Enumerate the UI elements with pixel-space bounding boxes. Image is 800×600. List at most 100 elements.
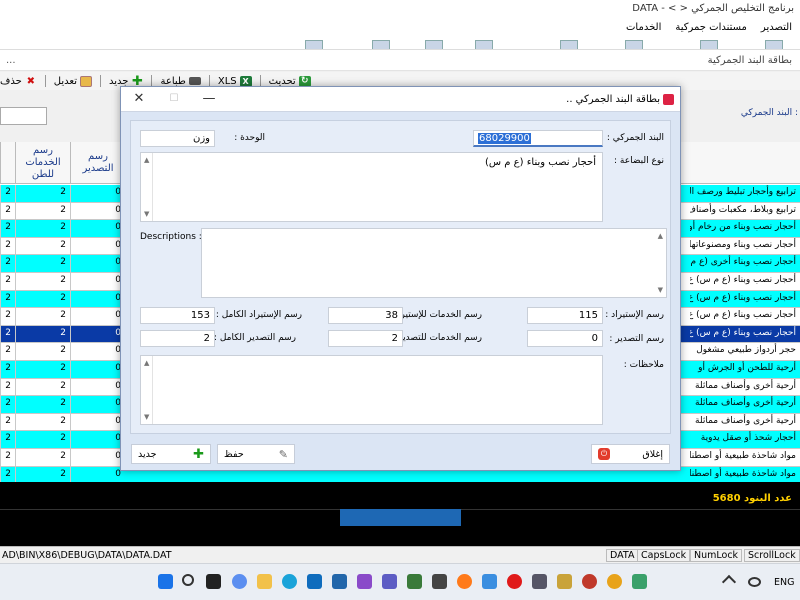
cell-col-a: 2 (0, 413, 15, 431)
close-button[interactable]: إغلاق ⏻ (591, 444, 670, 464)
unit-label: الوحدة : (234, 133, 265, 143)
cell-description: مواد شاحذة طبيعية أو اصطناعية (690, 451, 796, 461)
cell-export-fee: 0 (70, 466, 125, 482)
task-view-icon[interactable] (206, 574, 221, 589)
cell-services-fee: 2 (15, 273, 70, 290)
save-button[interactable]: ✎ حفظ (217, 444, 295, 464)
tariff-code-label: البند الجمركي : (606, 133, 664, 143)
full-export-input[interactable]: 2 (140, 330, 215, 347)
cell-description: أرحية أخرى وأصناف مماثلة (695, 398, 796, 409)
ribbon-icon[interactable] (475, 40, 493, 49)
ribbon-icon[interactable] (425, 40, 443, 49)
tariff-code-input[interactable]: 68029900 (473, 130, 603, 147)
language-indicator[interactable]: ENG (774, 577, 794, 588)
close-button-label: إغلاق (642, 448, 663, 460)
notes-label: ملاحظات : (623, 360, 664, 370)
delete-icon: ✖ (26, 75, 35, 87)
dialog-titlebar: بطاقة البند الجمركي .. — ☐ ✕ (121, 87, 680, 112)
export-fee-input[interactable]: 0 (527, 330, 603, 347)
current-app-icon[interactable] (632, 574, 647, 589)
menu-services[interactable]: الخدمات (626, 22, 661, 37)
app-icon[interactable] (382, 574, 397, 589)
ribbon-icon[interactable] (625, 40, 643, 49)
file-explorer-icon[interactable] (257, 574, 272, 589)
visual-studio-icon[interactable] (357, 574, 372, 589)
import-fee-input[interactable]: 115 (527, 307, 603, 324)
cell-export-fee: 0 (70, 396, 125, 414)
refresh-button[interactable]: ↻ تحديث (269, 75, 311, 87)
header-services-fee[interactable]: رسم الخدمات للطن (15, 142, 70, 184)
dialog-title: بطاقة البند الجمركي .. (566, 94, 660, 105)
app-icon[interactable] (582, 574, 597, 589)
notes-scrollbar[interactable]: ▲ ▼ (141, 356, 153, 424)
app-icon[interactable] (482, 574, 497, 589)
cell-services-fee: 2 (15, 343, 70, 361)
ribbon-icon[interactable] (560, 40, 578, 49)
descriptions-label: Descriptions : (140, 232, 202, 242)
opera-icon[interactable] (507, 574, 522, 589)
cell-description: أحجار نصب وبناء (ع م س) ع (690, 327, 796, 338)
menu-export[interactable]: التصدير (761, 22, 792, 37)
xls-button[interactable]: X XLS (217, 75, 252, 87)
ribbon-icon[interactable] (765, 40, 783, 49)
cell-services-fee: 2 (15, 185, 70, 202)
ribbon-icon[interactable] (700, 40, 718, 49)
cell-services-fee: 2 (15, 202, 70, 220)
goods-type-scrollbar[interactable]: ▲ ▼ (141, 153, 153, 221)
cell-services-fee: 2 (15, 396, 70, 414)
notes-input[interactable]: ▲ ▼ (140, 355, 603, 425)
xls-label: XLS (217, 75, 237, 87)
print-button[interactable]: طباعة (160, 75, 201, 87)
start-icon[interactable] (158, 574, 173, 589)
menu-customs-documents[interactable]: مستندات جمركية (675, 22, 747, 37)
cell-col-a: 2 (0, 325, 15, 343)
cell-description: ترابيع وبلاط، مكعبات وأصناف (690, 204, 796, 215)
app-icon[interactable] (557, 574, 572, 589)
search-icon[interactable] (182, 574, 194, 586)
widgets-icon[interactable] (232, 574, 247, 589)
descriptions-scrollbar[interactable]: ▲ ▼ (654, 229, 666, 297)
cell-description: أحجار نصب وبناء من رخام أو (690, 222, 796, 233)
maximize-button[interactable]: ☐ (161, 90, 187, 108)
cell-description: أحجار نصب وبناء (ع م س) ع (690, 310, 796, 321)
delete-button[interactable]: ✖ حذف (0, 76, 37, 87)
import-services-input[interactable]: 38 (328, 307, 403, 324)
new-record-button[interactable]: ✚ جديد (131, 444, 211, 464)
cell-export-fee: 0 (70, 449, 125, 466)
close-icon[interactable]: ✕ (126, 90, 152, 108)
window-title: DATA - < > برنامج التخليص الجمركي (0, 0, 800, 20)
firefox-icon[interactable] (457, 574, 472, 589)
goods-type-input[interactable]: ▲ ▼ أحجار نصب وبناء (ع م س) (140, 152, 603, 222)
unit-input[interactable]: وزن (140, 130, 215, 147)
app-icon[interactable] (432, 574, 447, 589)
goods-type-label: نوع البضاعة : (614, 156, 664, 166)
plus-icon: ✚ (193, 446, 204, 462)
cell-export-fee: 0 (70, 202, 125, 220)
outlook-icon[interactable] (307, 574, 322, 589)
header-export-fee[interactable]: رسم التصدير (70, 142, 125, 184)
descriptions-input[interactable]: ▲ ▼ (201, 228, 667, 298)
edit-button[interactable]: تعديل (54, 75, 93, 87)
app-icon[interactable] (407, 574, 422, 589)
chrome-icon[interactable] (607, 574, 622, 589)
status-data: DATA (606, 549, 639, 562)
ribbon-icon[interactable] (305, 40, 323, 49)
edge-icon[interactable] (282, 574, 297, 589)
taskbar: ENG (0, 563, 800, 600)
ribbon-icon[interactable] (372, 40, 390, 49)
export-services-input[interactable]: 2 (328, 330, 403, 347)
chevron-up-icon[interactable] (721, 574, 737, 590)
cell-col-a: 2 (0, 361, 15, 378)
cell-description: مواد شاحذة طبيعية أو اصطناعية (690, 468, 796, 479)
search-input[interactable] (0, 107, 47, 125)
toolbar-separator (44, 75, 46, 87)
network-icon[interactable] (748, 577, 761, 587)
full-import-input[interactable]: 153 (140, 307, 215, 324)
new-button[interactable]: ✚ جديد (109, 75, 143, 88)
app-icon[interactable] (332, 574, 347, 589)
calculator-icon[interactable] (532, 574, 547, 589)
minimize-button[interactable]: — (196, 90, 222, 108)
print-label: طباعة (160, 75, 186, 87)
refresh-icon: ↻ (298, 75, 311, 87)
header-col-a[interactable] (0, 142, 15, 184)
